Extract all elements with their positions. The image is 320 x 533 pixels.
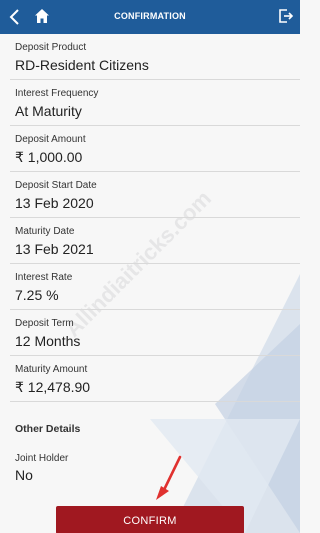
field-deposit-start-date: Deposit Start Date 13 Feb 2020 — [0, 172, 300, 218]
field-maturity-date: Maturity Date 13 Feb 2021 — [0, 218, 300, 264]
field-label: Interest Frequency — [15, 88, 99, 99]
field-interest-frequency: Interest Frequency At Maturity — [0, 80, 300, 126]
page-title: CONFIRMATION — [114, 11, 186, 21]
field-value: 13 Feb 2020 — [15, 195, 94, 211]
joint-holder-label: Joint Holder — [15, 453, 69, 464]
field-deposit-term: Deposit Term 12 Months — [0, 310, 300, 356]
field-value: 7.25 % — [15, 287, 59, 303]
field-value: At Maturity — [15, 103, 82, 119]
app-header: CONFIRMATION — [0, 0, 300, 34]
field-deposit-product: Deposit Product RD-Resident Citizens — [0, 34, 300, 80]
field-interest-rate: Interest Rate 7.25 % — [0, 264, 300, 310]
field-value: ₹ 1,000.00 — [15, 149, 83, 165]
field-label: Deposit Product — [15, 42, 87, 53]
field-deposit-amount: Deposit Amount ₹ 1,000.00 — [0, 126, 300, 172]
field-value: 12 Months — [15, 333, 81, 349]
field-label: Maturity Date — [15, 226, 75, 237]
joint-holder-value: No — [15, 467, 33, 483]
red-arrow-annotation — [156, 455, 182, 500]
logout-icon[interactable] — [278, 8, 294, 24]
field-value: RD-Resident Citizens — [15, 57, 149, 73]
field-label: Deposit Amount — [15, 134, 86, 145]
field-value: ₹ 12,478.90 — [15, 379, 91, 395]
field-value: 13 Feb 2021 — [15, 241, 94, 257]
divider — [10, 401, 300, 402]
confirmation-content: Allindiaitricks.com Deposit Product RD-R… — [0, 34, 300, 533]
field-label: Deposit Start Date — [15, 180, 97, 191]
field-label: Maturity Amount — [15, 364, 88, 375]
field-maturity-amount: Maturity Amount ₹ 12,478.90 — [0, 356, 300, 402]
field-label: Deposit Term — [15, 318, 74, 329]
other-details-heading: Other Details — [15, 423, 81, 435]
confirm-button[interactable]: CONFIRM — [56, 506, 244, 533]
field-label: Interest Rate — [15, 272, 73, 283]
